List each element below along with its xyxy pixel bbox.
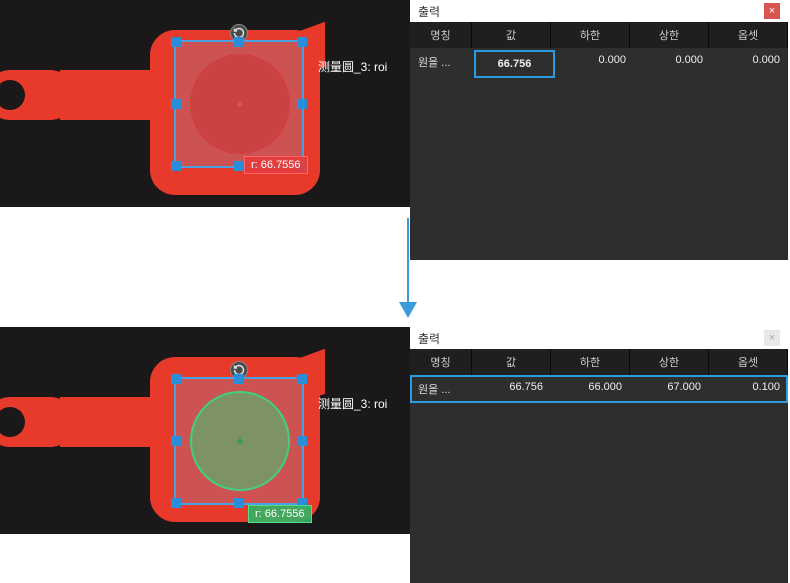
resize-handle[interactable] — [234, 37, 244, 47]
measured-circle-pass: + — [190, 391, 290, 491]
row-offset-cell[interactable]: 0.100 — [709, 375, 788, 403]
output-table: 명칭 값 하한 상한 옵셋 원을 ... 66.756 0.000 0.000 … — [410, 22, 788, 260]
roi-selection-box[interactable]: + — [174, 40, 304, 168]
output-title-text: 출력 — [418, 3, 440, 20]
col-lower[interactable]: 하한 — [551, 22, 630, 48]
table-header-row: 명칭 값 하한 상한 옵셋 — [410, 349, 788, 375]
table-empty-body — [410, 80, 788, 260]
resize-handle[interactable] — [171, 99, 181, 109]
col-name[interactable]: 명칭 — [410, 349, 472, 375]
center-cross-icon: + — [236, 96, 244, 112]
radius-readout-fail: r: 66.7556 — [244, 156, 308, 174]
row-value-cell-pass[interactable]: 66.756 — [472, 375, 551, 403]
col-upper[interactable]: 상한 — [630, 22, 709, 48]
col-lower[interactable]: 하한 — [551, 349, 630, 375]
center-cross-icon: + — [236, 433, 244, 449]
roi-label-text: 测量圆_3: roi — [318, 395, 387, 412]
resize-handle[interactable] — [234, 374, 244, 384]
resize-handle[interactable] — [171, 161, 181, 171]
resize-handle[interactable] — [234, 161, 244, 171]
col-upper[interactable]: 상한 — [630, 349, 709, 375]
roi-label-text: 测量圆_3: roi — [318, 58, 387, 75]
output-panel-bottom: 출력 × 명칭 값 하한 상한 옵셋 원을 ... 66.756 66.000 … — [410, 327, 788, 583]
col-name[interactable]: 명칭 — [410, 22, 472, 48]
output-title-text: 출력 — [418, 330, 440, 347]
row-lower-cell[interactable]: 66.000 — [551, 375, 630, 403]
radius-readout-pass: r: 66.7556 — [248, 505, 312, 523]
resize-handle[interactable] — [171, 37, 181, 47]
col-offset[interactable]: 옵셋 — [709, 22, 788, 48]
roi-selection-box[interactable]: + — [174, 377, 304, 505]
table-row[interactable]: 원을 ... 66.756 0.000 0.000 0.000 — [410, 48, 788, 80]
resize-handle[interactable] — [297, 37, 307, 47]
resize-handle[interactable] — [297, 436, 307, 446]
after-state: + r: 66.7556 测量圆_3: roi 출력 × 명칭 값 하한 상한 … — [0, 327, 788, 583]
col-offset[interactable]: 옵셋 — [709, 349, 788, 375]
col-value[interactable]: 값 — [472, 22, 551, 48]
output-panel-top: 출력 × 명칭 값 하한 상한 옵셋 원을 ... 66.756 0.000 0… — [410, 0, 788, 260]
output-panel-titlebar: 출력 × — [410, 0, 788, 22]
arrow-down-icon — [398, 218, 418, 318]
close-button[interactable]: × — [764, 330, 780, 346]
row-name-cell: 원을 ... — [410, 375, 472, 403]
vision-viewport-top[interactable]: + r: 66.7556 测量圆_3: roi — [0, 0, 410, 207]
row-offset-cell[interactable]: 0.000 — [711, 48, 788, 80]
row-upper-cell[interactable]: 0.000 — [634, 48, 711, 80]
table-header-row: 명칭 값 하한 상한 옵셋 — [410, 22, 788, 48]
measured-circle-fail: + — [190, 54, 290, 154]
resize-handle[interactable] — [171, 498, 181, 508]
table-empty-body — [410, 403, 788, 583]
row-name-cell: 원을 ... — [410, 48, 472, 80]
resize-handle[interactable] — [171, 374, 181, 384]
resize-handle[interactable] — [171, 436, 181, 446]
before-state: + r: 66.7556 测量圆_3: roi 출력 × 명칭 값 하한 상한 … — [0, 0, 788, 260]
output-panel-titlebar: 출력 × — [410, 327, 788, 349]
row-lower-cell[interactable]: 0.000 — [557, 48, 634, 80]
resize-handle[interactable] — [297, 99, 307, 109]
vision-viewport-bottom[interactable]: + r: 66.7556 测量圆_3: roi — [0, 327, 410, 534]
resize-handle[interactable] — [297, 374, 307, 384]
col-value[interactable]: 값 — [472, 349, 551, 375]
row-upper-cell[interactable]: 67.000 — [630, 375, 709, 403]
output-table: 명칭 값 하한 상한 옵셋 원을 ... 66.756 66.000 67.00… — [410, 349, 788, 583]
close-button[interactable]: × — [764, 3, 780, 19]
table-row-selected[interactable]: 원을 ... 66.756 66.000 67.000 0.100 — [410, 375, 788, 403]
resize-handle[interactable] — [234, 498, 244, 508]
row-value-cell-fail[interactable]: 66.756 — [474, 50, 555, 78]
